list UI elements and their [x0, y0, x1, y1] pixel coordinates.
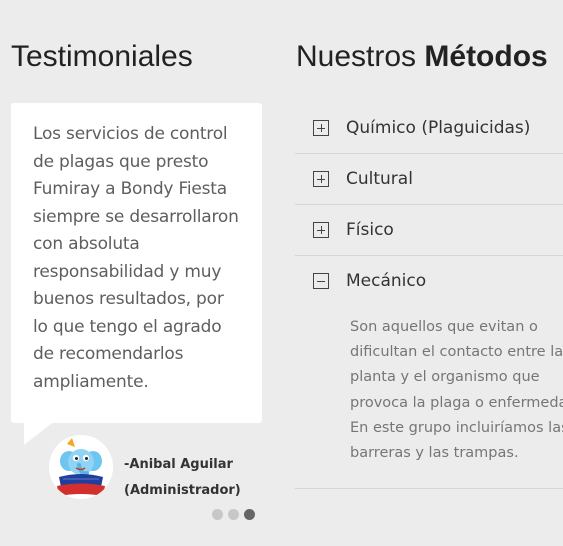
accordion-item-cultural: Cultural	[295, 154, 563, 205]
methods-section: Nuestros Métodos Químico (Plaguicidas) C…	[295, 0, 563, 546]
author-avatar	[49, 435, 113, 499]
testimonials-section: Testimoniales Los servicios de control d…	[0, 0, 280, 546]
carousel-pagination	[212, 509, 255, 520]
panel-text-line: En este grupo incluiríamos las	[350, 419, 563, 436]
plus-icon[interactable]	[313, 120, 329, 136]
panel-text-line: planta y el organismo que	[350, 369, 540, 386]
methods-title-bold: Métodos	[424, 40, 548, 73]
accordion-header[interactable]: Cultural	[295, 154, 563, 204]
accordion-item-fisico: Físico	[295, 205, 563, 256]
plus-icon[interactable]	[313, 171, 329, 187]
testimonial-card: Los servicios de control de plagas que p…	[11, 103, 262, 423]
panel-text-line: Son aquellos que evitan o	[350, 319, 538, 335]
carousel-dot[interactable]	[228, 509, 239, 520]
accordion-label[interactable]: Mecánico	[346, 271, 426, 291]
accordion-label[interactable]: Químico (Plaguicidas)	[346, 118, 530, 138]
carousel-dot[interactable]	[212, 509, 223, 520]
accordion-label[interactable]: Cultural	[346, 169, 413, 189]
carousel-dot-active[interactable]	[244, 509, 255, 520]
panel-text-line: provoca la plaga o enfermedad.	[350, 394, 563, 411]
accordion-header[interactable]: Mecánico	[295, 256, 563, 306]
accordion-panel-mecanico: Son aquellos que evitan o dificultan el …	[295, 306, 563, 488]
testimonial-quote: Los servicios de control de plagas que p…	[33, 124, 239, 392]
plus-icon[interactable]	[313, 222, 329, 238]
author-name: -Anibal Aguilar	[124, 457, 233, 472]
author-role: (Administrador)	[124, 483, 241, 498]
speech-bubble-tail	[24, 423, 52, 445]
methods-accordion: Químico (Plaguicidas) Cultural Físico Me…	[295, 103, 563, 490]
methods-title: Nuestros Métodos	[296, 40, 548, 74]
testimonials-title: Testimoniales	[11, 40, 193, 73]
minus-icon[interactable]	[313, 273, 329, 289]
accordion-header[interactable]: Físico	[295, 205, 563, 255]
accordion-header[interactable]: Químico (Plaguicidas)	[295, 103, 563, 153]
accordion-item-mecanico: Mecánico Son aquellos que evitan o dific…	[295, 256, 563, 490]
accordion-item-quimico: Químico (Plaguicidas)	[295, 103, 563, 154]
bondy-fiesta-logo-icon	[49, 435, 113, 499]
panel-text-line: barreras y las trampas.	[350, 445, 519, 462]
panel-text-line: dificultan el contacto entre la	[350, 344, 563, 361]
accordion-label[interactable]: Físico	[346, 220, 394, 240]
methods-title-regular: Nuestros	[296, 40, 417, 73]
